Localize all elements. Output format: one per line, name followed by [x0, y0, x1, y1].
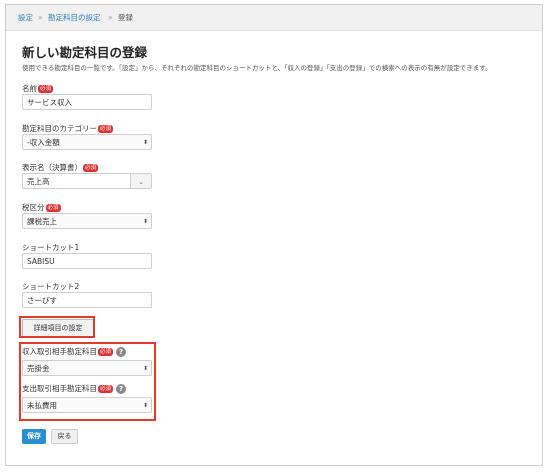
shortcut2-label: ショートカット2	[22, 282, 80, 291]
back-button[interactable]: 戻る	[51, 429, 78, 444]
page-title: 新しい勘定科目の登録	[22, 45, 148, 60]
tax-label: 税区分 必須	[22, 202, 61, 213]
highlight-box	[19, 342, 156, 421]
shortcut1-input[interactable]: SABISU	[22, 253, 152, 269]
breadcrumb-separator: »	[108, 13, 113, 22]
category-label-text: 勘定科目のカテゴリー	[22, 124, 97, 133]
display-name-value: 売上高	[27, 177, 50, 186]
select-arrows-icon: ⬍	[142, 139, 148, 146]
tax-select[interactable]: 課税売上 ⬍	[22, 213, 152, 229]
tax-select-value: 課税売上	[27, 217, 57, 226]
save-button[interactable]: 保存	[22, 429, 46, 444]
category-select-value: -収入金額	[27, 138, 60, 147]
name-label: 名前 必須	[22, 83, 54, 94]
required-badge: 必須	[38, 85, 54, 93]
main-panel: 設定 » 勘定科目の設定 » 登録 新しい勘定科目の登録 使用できる勘定科目の一…	[5, 4, 543, 466]
chevron-down-icon[interactable]: ⌄	[130, 174, 151, 188]
display-name-combobox[interactable]: 売上高 ⌄	[22, 173, 152, 189]
name-label-text: 名前	[22, 84, 37, 93]
required-badge: 必須	[98, 125, 114, 133]
tax-label-text: 税区分	[22, 203, 45, 212]
shortcut1-label: ショートカット1	[22, 243, 80, 252]
select-arrows-icon: ⬍	[142, 218, 148, 225]
display-name-label-text: 表示名（決算書）	[22, 163, 82, 172]
breadcrumb-separator: »	[38, 13, 43, 22]
required-badge: 必須	[45, 204, 61, 212]
page-description: 使用できる勘定科目の一覧です。「設定」から、それぞれの勘定科目のショートカットと…	[22, 64, 492, 72]
name-input[interactable]: サービス収入	[22, 94, 152, 110]
shortcut2-input[interactable]: さーびす	[22, 292, 152, 308]
display-name-label: 表示名（決算書） 必須	[22, 162, 99, 173]
breadcrumb: 設定 » 勘定科目の設定 » 登録	[6, 5, 542, 31]
category-label: 勘定科目のカテゴリー 必須	[22, 123, 114, 134]
breadcrumb-settings-link[interactable]: 設定	[18, 5, 33, 30]
highlight-box	[19, 316, 95, 338]
breadcrumb-account-settings-link[interactable]: 勘定科目の設定	[48, 5, 101, 30]
breadcrumb-current: 登録	[118, 13, 133, 22]
required-badge: 必須	[83, 164, 99, 172]
category-select[interactable]: -収入金額 ⬍	[22, 134, 152, 150]
